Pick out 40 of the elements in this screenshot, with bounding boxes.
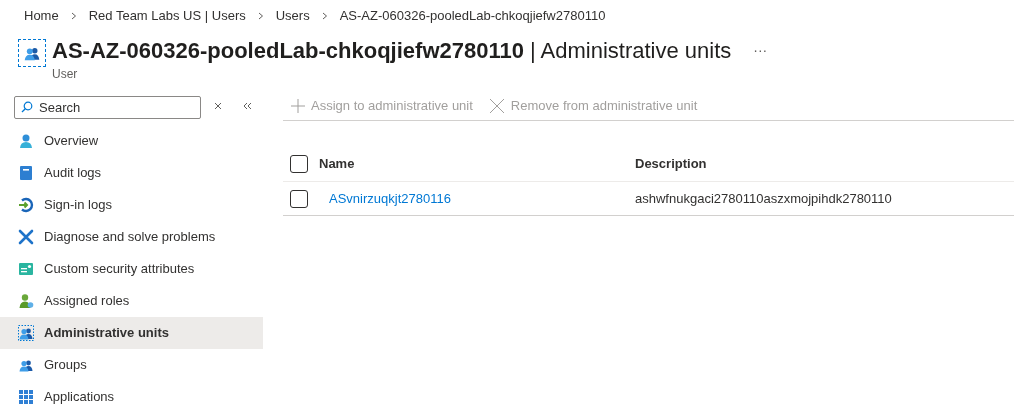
sidebar-item[interactable]: Overview <box>0 125 263 157</box>
unit-name-link[interactable]: ASvnirzuqkjt2780116 <box>329 190 451 206</box>
column-header[interactable]: Name <box>319 153 635 174</box>
page-title: AS-AZ-060326-pooledLab-chkoqjiefw2780110 <box>52 37 524 65</box>
close-icon <box>488 98 505 114</box>
user-icon <box>18 133 34 149</box>
table-cell-text: ashwfnukgaci2780110aszxmojpihdk2780110 <box>635 189 892 208</box>
chevron-icon <box>70 11 77 20</box>
user-role-icon <box>18 293 34 309</box>
book-icon <box>18 165 34 181</box>
chevron-icon <box>257 11 264 20</box>
breadcrumb-link[interactable]: Red Team Labs US | Users <box>88 5 246 26</box>
breadcrumb-link[interactable]: Home <box>24 5 59 26</box>
chevron-icon <box>321 11 328 20</box>
sidebar-item[interactable]: Custom security attributes <box>0 253 263 285</box>
more-button[interactable]: ··· <box>753 40 768 61</box>
search-field[interactable]: Search <box>14 95 201 119</box>
sidebar-item[interactable]: Diagnose and solve problems <box>0 221 263 253</box>
sidebar-item[interactable]: Groups <box>0 349 263 381</box>
user-icon <box>18 39 46 67</box>
close-icon[interactable] <box>214 102 222 110</box>
column-header[interactable]: Description <box>635 153 707 174</box>
sidebar-item[interactable]: Administrative units <box>0 317 263 349</box>
sidebar-item[interactable]: Audit logs <box>0 157 263 189</box>
plus-icon <box>291 99 305 113</box>
grid-icon <box>18 389 34 405</box>
row-checkbox[interactable] <box>290 189 308 208</box>
sidebar-item[interactable]: Sign-in logs <box>0 189 263 221</box>
sign-in-icon <box>18 197 34 213</box>
breadcrumb-link[interactable]: AS-AZ-060326-pooledLab-chkoqjiefw2780110 <box>339 5 606 26</box>
card-icon <box>18 261 34 277</box>
search-icon <box>21 100 33 113</box>
breadcrumb-link[interactable]: Users <box>275 5 310 26</box>
sidebar-item[interactable]: Assigned roles <box>0 285 263 317</box>
admin-units-icon <box>18 325 34 341</box>
sidebar-item[interactable]: Applications <box>0 381 263 413</box>
page-subtitle: User <box>52 66 79 83</box>
collapse-icon[interactable] <box>242 102 252 110</box>
page-section-title: | Administrative units <box>529 37 732 65</box>
select-all-checkbox[interactable] <box>290 154 308 173</box>
